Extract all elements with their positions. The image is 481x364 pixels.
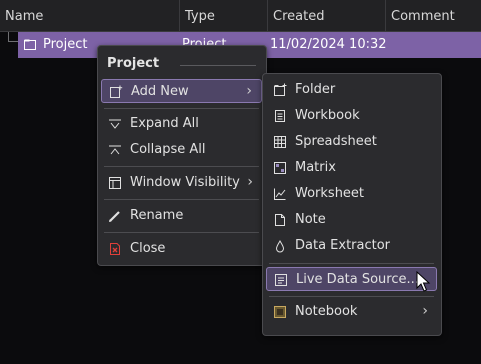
submenu-item-data-extractor[interactable]: Data Extractor <box>266 234 437 258</box>
table-header: Name Type Created Comment <box>0 0 481 32</box>
workbook-icon <box>275 110 285 122</box>
submenu-item-label: Live Data Source... <box>296 272 419 287</box>
menu-separator <box>104 108 259 109</box>
submenu-item-workbook[interactable]: Workbook <box>266 104 437 128</box>
submenu-item-folder[interactable]: Folder <box>266 78 437 102</box>
matrix-icon <box>274 162 286 174</box>
window-icon <box>109 177 121 189</box>
column-header-created[interactable]: Created <box>268 0 386 31</box>
column-header-comment[interactable]: Comment <box>386 0 481 31</box>
context-menu: Project Add New › Expand All Collapse Al… <box>97 45 267 266</box>
submenu-item-label: Workbook <box>295 108 360 123</box>
submenu-item-worksheet[interactable]: Worksheet <box>266 182 437 206</box>
submenu-item-label: Folder <box>295 82 336 97</box>
submenu-item-label: Note <box>295 212 326 227</box>
submenu-item-label: Notebook <box>295 304 358 319</box>
expand-all-icon <box>109 119 121 129</box>
row-name-cell: Project <box>43 37 88 52</box>
folder-icon <box>24 39 36 50</box>
menu-item-rename[interactable]: Rename <box>101 204 262 228</box>
menu-item-add-new[interactable]: Add New › <box>101 79 262 103</box>
mouse-cursor-icon <box>416 271 431 292</box>
column-header-name[interactable]: Name <box>0 0 180 31</box>
submenu-item-label: Spreadsheet <box>295 134 377 149</box>
notebook-icon <box>274 306 286 318</box>
menu-separator <box>269 263 434 264</box>
collapse-all-icon <box>109 145 121 155</box>
menu-item-window-visibility[interactable]: Window Visibility › <box>101 171 262 195</box>
worksheet-icon <box>274 188 286 200</box>
chevron-right-icon: › <box>422 303 428 319</box>
submenu-item-label: Worksheet <box>295 186 365 201</box>
menu-item-label: Window Visibility <box>130 175 240 190</box>
menu-section-divider <box>180 65 256 66</box>
chevron-right-icon: › <box>247 174 253 190</box>
chevron-right-icon: › <box>246 83 252 99</box>
add-new-submenu: Folder Workbook Spreadsheet Matrix Works… <box>262 73 442 336</box>
submenu-item-note[interactable]: Note <box>266 208 437 232</box>
menu-item-label: Expand All <box>130 116 199 131</box>
submenu-item-live-data-source[interactable]: Live Data Source... <box>266 267 437 291</box>
new-folder-icon <box>274 83 287 96</box>
menu-separator <box>104 166 259 167</box>
close-file-icon <box>110 243 120 255</box>
menu-section-title: Project <box>107 56 160 71</box>
drop-icon <box>275 239 285 253</box>
menu-separator <box>269 296 434 297</box>
menu-item-label: Close <box>130 241 166 256</box>
submenu-item-label: Matrix <box>295 160 336 175</box>
row-created-cell: 11/02/2024 10:32 <box>270 37 387 52</box>
submenu-item-label: Data Extractor <box>295 238 391 253</box>
submenu-item-matrix[interactable]: Matrix <box>266 156 437 180</box>
spreadsheet-icon <box>274 136 286 148</box>
menu-item-collapse-all[interactable]: Collapse All <box>101 138 262 162</box>
live-data-icon <box>275 274 287 286</box>
menu-separator <box>104 199 259 200</box>
menu-item-label: Collapse All <box>130 142 206 157</box>
pencil-icon <box>109 211 120 222</box>
menu-item-label: Rename <box>130 208 184 223</box>
note-icon <box>275 214 285 226</box>
menu-item-label: Add New <box>131 84 189 99</box>
add-new-icon <box>110 85 123 98</box>
column-header-type[interactable]: Type <box>180 0 268 31</box>
menu-separator <box>104 232 259 233</box>
submenu-item-spreadsheet[interactable]: Spreadsheet <box>266 130 437 154</box>
menu-item-close[interactable]: Close <box>101 237 262 261</box>
submenu-item-notebook[interactable]: Notebook › <box>266 300 437 324</box>
menu-item-expand-all[interactable]: Expand All <box>101 112 262 136</box>
